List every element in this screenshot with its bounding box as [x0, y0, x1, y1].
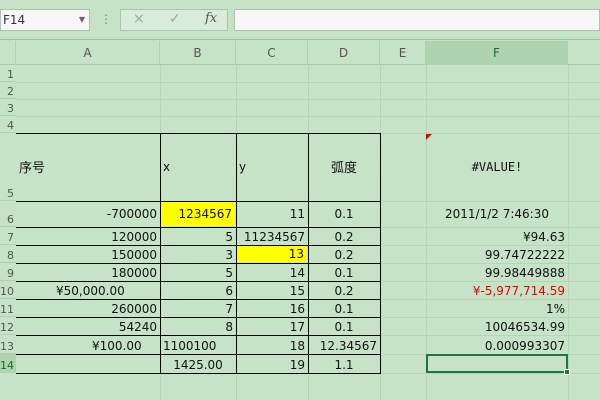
cell-a9[interactable]: 180000 [16, 263, 160, 281]
cell-f5[interactable]: #VALUE! [426, 133, 568, 201]
cell-b9[interactable]: 5 [160, 263, 236, 281]
cell-f8[interactable]: 99.74722222 [426, 245, 568, 263]
cell-a8[interactable]: 150000 [16, 245, 160, 263]
cell-a14[interactable] [16, 354, 160, 373]
cell-a6[interactable]: -700000 [16, 201, 160, 227]
fill-handle[interactable] [564, 369, 570, 375]
row-header[interactable]: 2 [0, 82, 16, 99]
formula-input[interactable] [234, 9, 600, 31]
cell-a5[interactable]: 序号 [16, 133, 160, 201]
cell-f13[interactable]: 0.000993307 [426, 335, 568, 354]
column-header-a[interactable]: A [16, 41, 160, 65]
row-header[interactable]: 8 [0, 245, 16, 263]
cell-d8[interactable]: 0.2 [308, 245, 380, 263]
cell-d10[interactable]: 0.2 [308, 281, 380, 299]
cell-c5[interactable]: y [236, 133, 308, 201]
cell-b13[interactable]: 1100100 [160, 335, 236, 354]
cell-b11[interactable]: 7 [160, 299, 236, 317]
cell-d5[interactable]: 弧度 [308, 133, 380, 201]
cell-d14[interactable]: 1.1 [308, 354, 380, 373]
cell-b6[interactable]: 1234567 [161, 202, 235, 226]
select-all-corner[interactable] [0, 41, 16, 65]
cell-f10[interactable]: ¥-5,977,714.59 [426, 281, 568, 299]
cell-f6[interactable]: 2011/1/2 7:46:30 [426, 201, 568, 227]
row-header[interactable]: 10 [0, 281, 16, 299]
row-header[interactable]: 14 [0, 354, 16, 373]
cell-a11[interactable]: 260000 [16, 299, 160, 317]
formula-bar: F14 ▼ ⋮ × ✓ fx [0, 0, 600, 40]
insert-function-icon[interactable]: fx [205, 11, 217, 26]
column-header-bar: A B C D E F [0, 41, 600, 65]
cell-c6[interactable]: 11 [236, 201, 308, 227]
cell-b12[interactable]: 8 [160, 317, 236, 335]
cell-d11[interactable]: 0.1 [308, 299, 380, 317]
cell-b5[interactable]: x [160, 133, 236, 201]
cell-b7[interactable]: 5 [160, 227, 236, 245]
row-header[interactable]: 12 [0, 317, 16, 335]
cell-d13[interactable]: 12.34567 [308, 335, 380, 354]
column-header-f[interactable]: F [426, 41, 568, 65]
cell-c10[interactable]: 15 [236, 281, 308, 299]
cell-b14[interactable]: 1425.00 [160, 354, 236, 373]
formula-icons: × ✓ fx [120, 9, 228, 31]
name-box[interactable]: F14 ▼ [0, 9, 90, 31]
cell-f7[interactable]: ¥94.63 [426, 227, 568, 245]
cell-b10[interactable]: 6 [160, 281, 236, 299]
column-header-g[interactable] [568, 41, 600, 65]
row-header[interactable]: 3 [0, 99, 16, 116]
name-box-value: F14 [3, 13, 26, 27]
cell-a7[interactable]: 120000 [16, 227, 160, 245]
cell-a10[interactable]: ¥50,000.00 [16, 281, 160, 299]
comment-indicator [426, 134, 432, 140]
cell-a13[interactable]: ¥100.00 [16, 335, 160, 354]
enter-icon[interactable]: ✓ [169, 11, 181, 27]
cell-d9[interactable]: 0.1 [308, 263, 380, 281]
cell-a12[interactable]: 54240 [16, 317, 160, 335]
cell-c12[interactable]: 17 [236, 317, 308, 335]
row-header[interactable]: 7 [0, 227, 16, 245]
row-header[interactable]: 11 [0, 299, 16, 317]
cell-f9[interactable]: 99.98449888 [426, 263, 568, 281]
cell-d7[interactable]: 0.2 [308, 227, 380, 245]
cell-c7[interactable]: 11234567 [236, 227, 308, 245]
row-header[interactable]: 9 [0, 263, 16, 281]
cell-c8[interactable]: 13 [237, 246, 307, 262]
cell-c11[interactable]: 16 [236, 299, 308, 317]
row-header[interactable]: 6 [0, 201, 16, 227]
column-header-c[interactable]: C [236, 41, 308, 65]
row-header[interactable]: 4 [0, 116, 16, 133]
cell-d6[interactable]: 0.1 [308, 201, 380, 227]
cell-c14[interactable]: 19 [236, 354, 308, 373]
cell-f11[interactable]: 1% [426, 299, 568, 317]
row-header[interactable]: 13 [0, 335, 16, 354]
active-cell-selection[interactable] [426, 354, 568, 373]
column-header-d[interactable]: D [308, 41, 380, 65]
row-header[interactable]: 1 [0, 65, 16, 82]
cancel-icon[interactable]: × [133, 11, 145, 27]
chevron-down-icon[interactable]: ▼ [79, 10, 85, 30]
column-header-b[interactable]: B [160, 41, 236, 65]
cell-c9[interactable]: 14 [236, 263, 308, 281]
more-options-icon[interactable]: ⋮ [100, 12, 112, 26]
column-header-e[interactable]: E [380, 41, 426, 65]
cell-b8[interactable]: 3 [160, 245, 236, 263]
row-header[interactable]: 5 [0, 133, 16, 201]
cell-c13[interactable]: 18 [236, 335, 308, 354]
cell-f12[interactable]: 10046534.99 [426, 317, 568, 335]
cell-d12[interactable]: 0.1 [308, 317, 380, 335]
